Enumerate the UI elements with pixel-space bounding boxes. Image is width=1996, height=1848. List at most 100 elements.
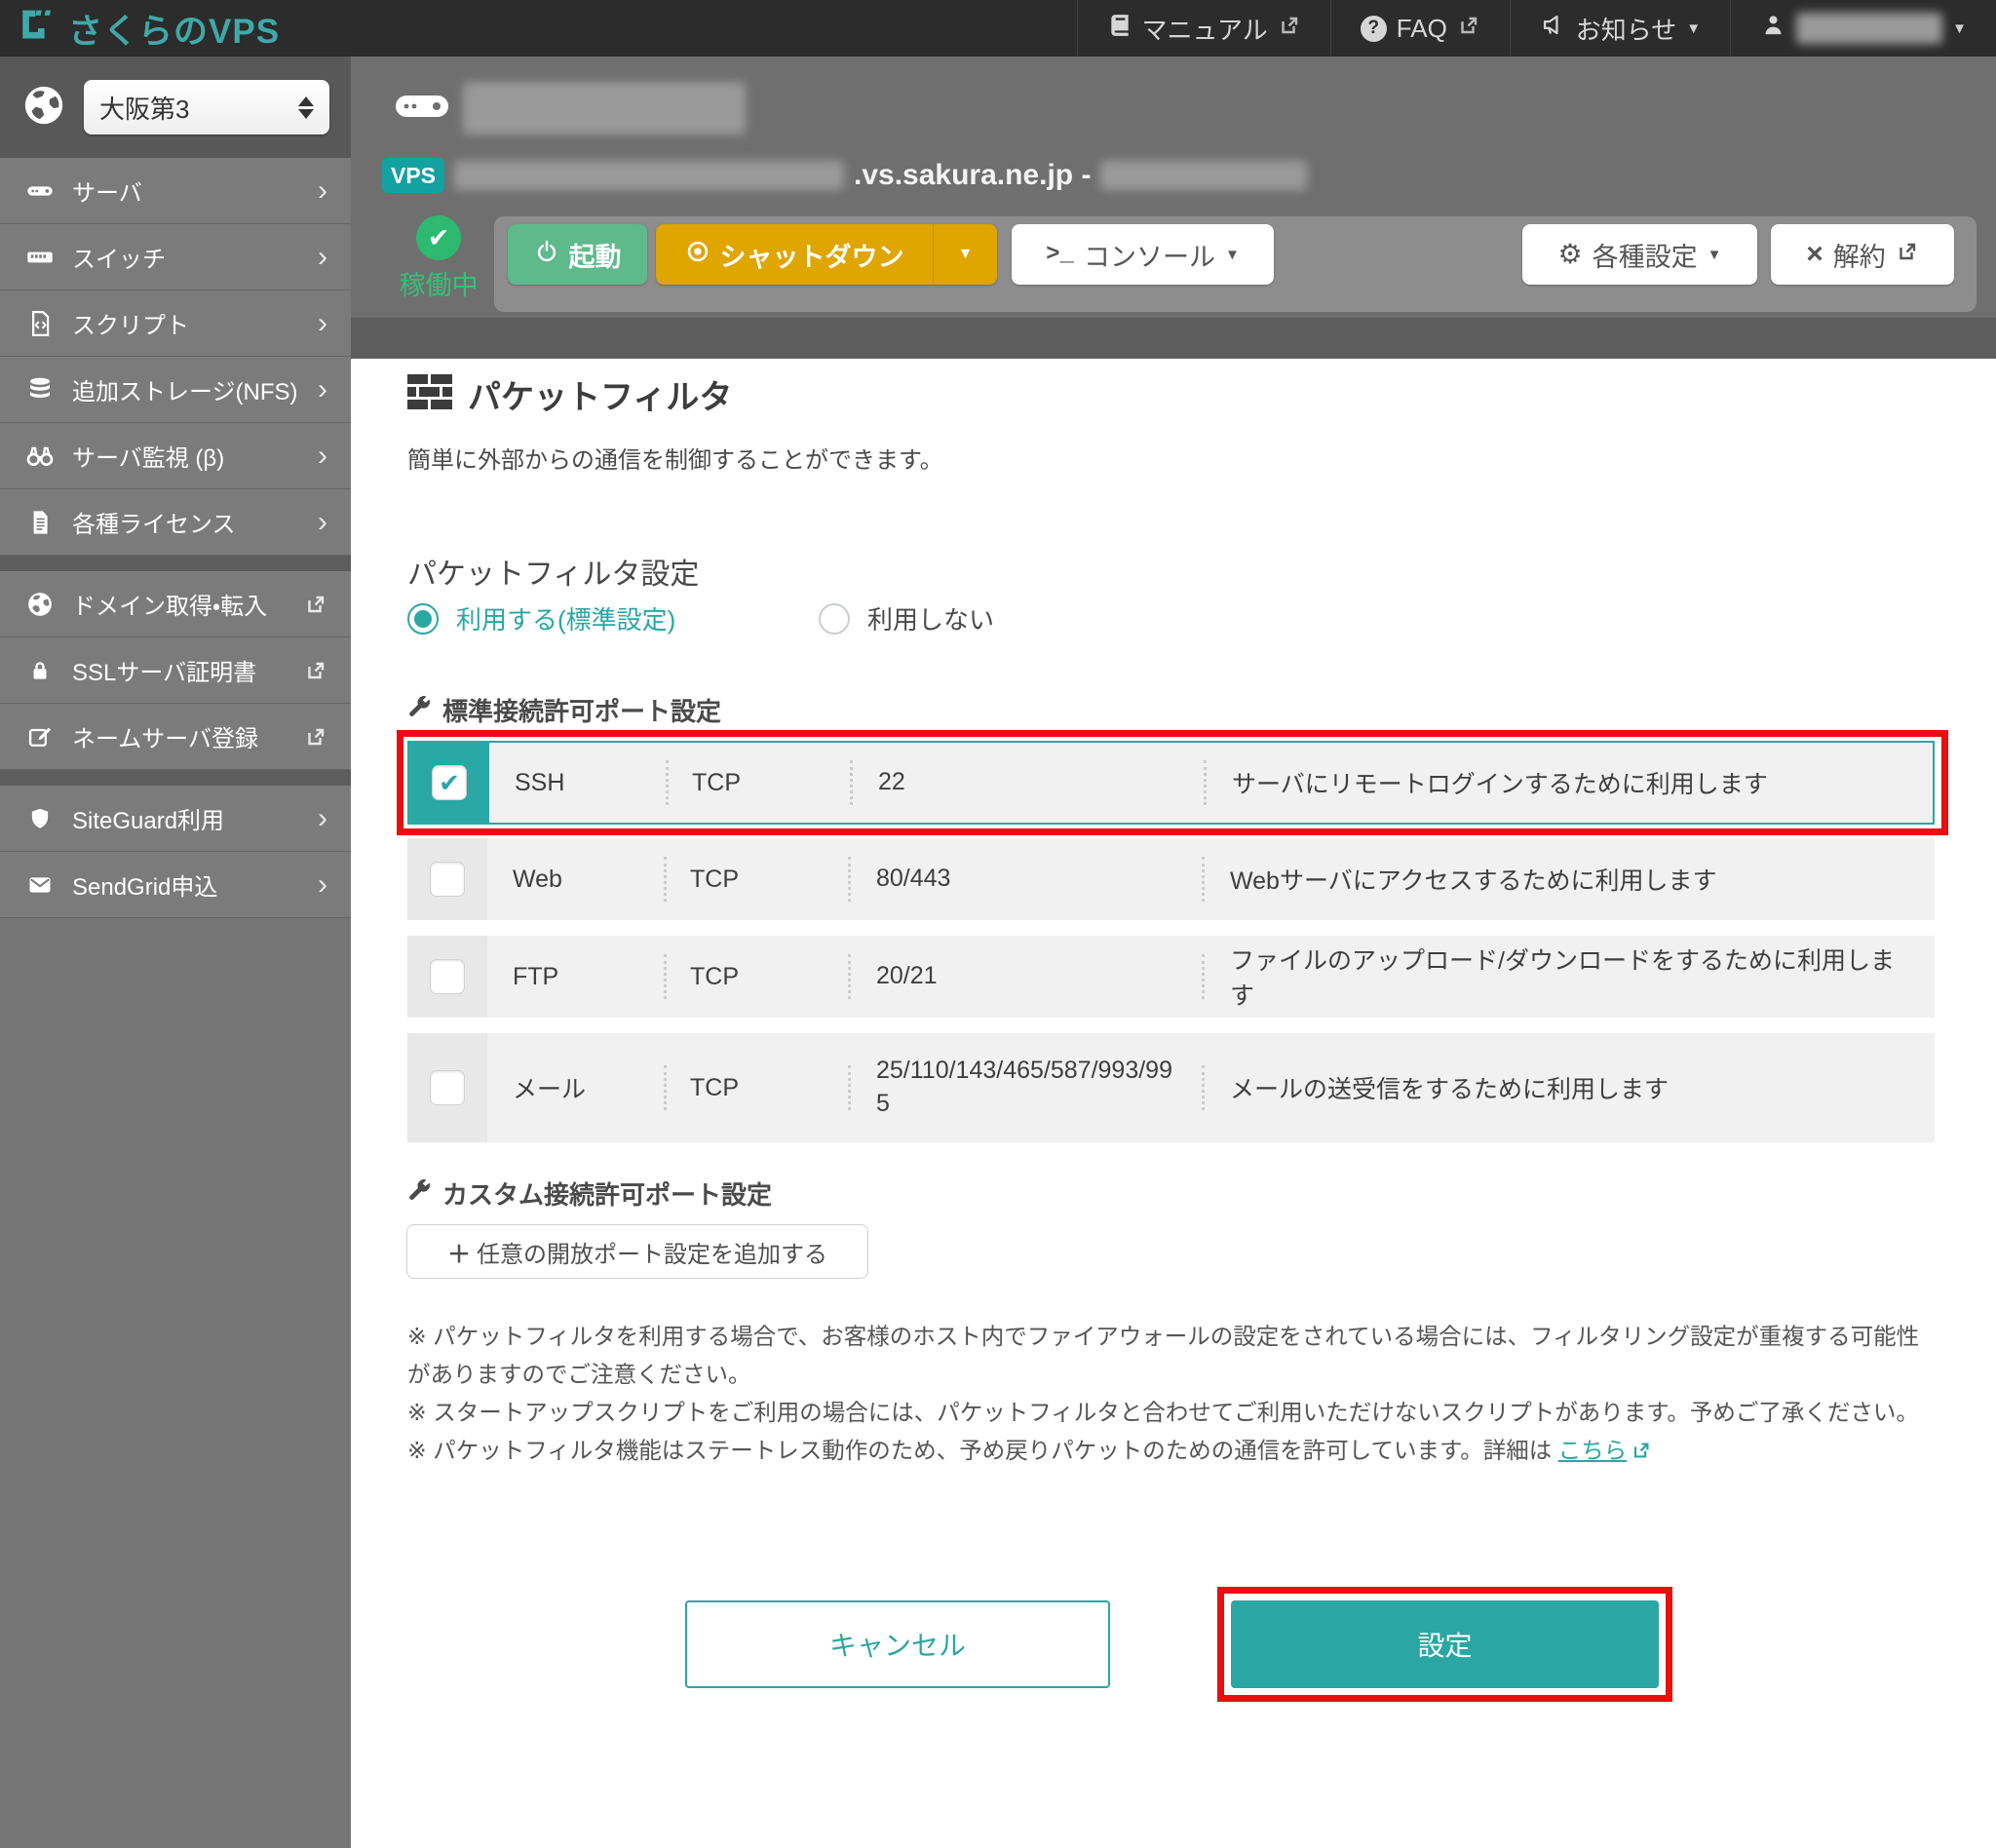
checkbox-unchecked[interactable] [430,1070,465,1105]
top-header: さくらのVPS マニュアル ? FAQ [0,0,1996,57]
port-name: FTP [487,936,664,1018]
plus-icon: ＋ [447,1235,471,1269]
brand-text: さくらのVPS [68,4,280,54]
external-link-icon [304,659,327,682]
caret-down-icon: ▼ [1225,247,1240,263]
sidebar-item-label: ドメイン取得・転入 [72,587,267,621]
sidebar-divider [0,556,351,571]
cancel-button-label: キャンセル [829,1625,966,1664]
hostname-prefix-redacted [454,161,844,190]
details-link[interactable]: こちら [1558,1438,1628,1463]
radio-option-enable[interactable]: 利用する(標準設定) [407,600,675,636]
checkbox-cell [407,1033,487,1142]
database-icon [23,375,57,404]
port-name: Web [487,838,664,920]
brand-logo[interactable]: さくらのVPS [0,4,280,54]
checkbox-checked[interactable]: ✔ [432,765,467,800]
chevron-right-icon: › [318,870,327,900]
sidebar-item-storage[interactable]: 追加ストレージ(NFS) › [0,357,351,423]
external-link-icon [1896,240,1919,270]
sidebar-item-label: スイッチ [72,240,166,274]
sidebar-item-licenses[interactable]: 各種ライセンス › [0,489,351,556]
terminate-button[interactable]: × 解約 [1771,224,1954,285]
account-menu[interactable]: ▼ [1730,0,1996,57]
port-row-web[interactable]: Web TCP 80/443 Webサーバにアクセスするために利用します [407,838,1935,920]
chevron-right-icon: › [318,176,327,206]
script-file-icon [23,309,57,338]
binoculars-icon [23,441,57,472]
checkbox-cell [407,838,487,920]
console-button[interactable]: >_ コンソール ▼ [1012,224,1274,285]
settings-button[interactable]: ⚙ 各種設定 ▼ [1522,224,1757,285]
shutdown-button-group: シャットダウン ▼ [656,224,997,285]
cancel-button[interactable]: キャンセル [685,1600,1110,1688]
sidebar-item-switch[interactable]: スイッチ › [0,224,351,290]
port-row-mail[interactable]: メール TCP 25/110/143/465/587/993/995 メールの送… [407,1033,1935,1142]
checkbox-cell: ✔ [409,743,489,823]
shield-icon [23,806,57,831]
shutdown-button[interactable]: シャットダウン [656,224,933,285]
chevron-right-icon: › [318,508,327,537]
port-description: ファイルのアップロード/ダウンロードをするために利用します [1205,936,1935,1018]
console-button-label: コンソール [1084,236,1215,274]
sidebar-item-monitoring[interactable]: サーバ監視 (β) › [0,423,351,489]
sidebar-item-sendgrid[interactable]: SendGrid申込 › [0,852,351,918]
main-content: パケットフィルタ 簡単に外部からの通信を制御することができます。 パケットフィル… [351,359,1996,1848]
sidebar-item-ssl[interactable]: SSLサーバ証明書 [0,637,351,704]
question-circle-icon: ? [1361,16,1387,42]
terminate-button-label: 解約 [1833,236,1886,274]
wrench-icon [405,694,431,726]
sidebar-item-siteguard[interactable]: SiteGuard利用 › [0,786,351,852]
nav-faq-label: FAQ [1397,14,1447,44]
notes: ※ パケットフィルタを利用する場合で、お客様のホスト内でファイアウォールの設定を… [407,1318,1934,1473]
chevron-right-icon: › [318,442,327,471]
vps-badge: VPS [382,158,444,193]
region-row: 大阪第3 [0,57,351,158]
note-line-text: ※ パケットフィルタ機能はステートレス動作のため、予め戻りパケットのための通信を… [407,1438,1552,1463]
standard-ports-heading: 標準接続許可ポート設定 [442,692,721,728]
sidebar-item-server[interactable]: サーバ › [0,158,351,224]
caret-down-icon: ▼ [1952,20,1967,37]
nav-news[interactable]: お知らせ ▼ [1510,0,1730,57]
add-custom-port-button[interactable]: ＋ 任意の開放ポート設定を追加する [406,1224,868,1279]
select-updown-icon [298,96,314,119]
port-protocol: TCP [667,1033,848,1142]
chevron-right-icon: › [318,375,327,404]
page-title: パケットフィルタ [468,370,732,418]
radio-option-disable[interactable]: 利用しない [819,600,994,636]
sidebar-item-label: ネームサーバ登録 [72,719,258,753]
sidebar-item-domain[interactable]: ドメイン取得・転入 [0,571,351,637]
gear-icon: ⚙ [1558,241,1583,268]
sidebar-item-script[interactable]: スクリプト › [0,290,351,357]
account-name-redacted [1796,13,1942,44]
custom-ports-heading-row: カスタム接続許可ポート設定 [405,1175,772,1212]
server-large-icon [395,90,449,128]
sidebar-divider [0,770,351,786]
server-name-redacted [463,82,746,135]
note-line: ※ パケットフィルタを利用する場合で、お客様のホスト内でファイアウォールの設定を… [407,1318,1934,1394]
radio-option-label: 利用しない [867,600,994,636]
nav-manual-label: マニュアル [1142,11,1268,47]
region-select[interactable]: 大阪第3 [84,80,329,135]
submit-button[interactable]: 設定 [1231,1600,1659,1688]
port-numbers: 22 [853,743,1204,823]
status-check-icon: ✔ [416,215,461,260]
external-link-icon [1278,14,1301,44]
chevron-right-icon: › [318,243,327,272]
sidebar-item-label: サーバ [72,173,142,208]
custom-ports-heading: カスタム接続許可ポート設定 [442,1175,772,1212]
start-button[interactable]: 起動 [508,224,647,285]
checkbox-unchecked[interactable] [430,959,465,994]
shutdown-dropdown-button[interactable]: ▼ [933,224,997,285]
region-select-value: 大阪第3 [99,90,189,126]
checkbox-unchecked[interactable] [430,862,465,897]
page-title-row: パケットフィルタ [407,370,732,418]
note-line: ※ パケットフィルタ機能はステートレス動作のため、予め戻りパケットのための通信を… [407,1432,1934,1473]
port-row-ssh[interactable]: ✔ SSH TCP 22 サーバにリモートログインするために利用します [407,741,1935,825]
port-row-ftp[interactable]: FTP TCP 20/21 ファイルのアップロード/ダウンロードをするために利用… [407,936,1935,1018]
sidebar-item-nameserver[interactable]: ネームサーバ登録 [0,704,351,770]
sidebar-item-label: サーバ監視 (β) [72,439,224,473]
nav-faq[interactable]: ? FAQ [1330,0,1510,57]
port-protocol: TCP [667,838,848,920]
nav-manual[interactable]: マニュアル [1077,0,1330,57]
